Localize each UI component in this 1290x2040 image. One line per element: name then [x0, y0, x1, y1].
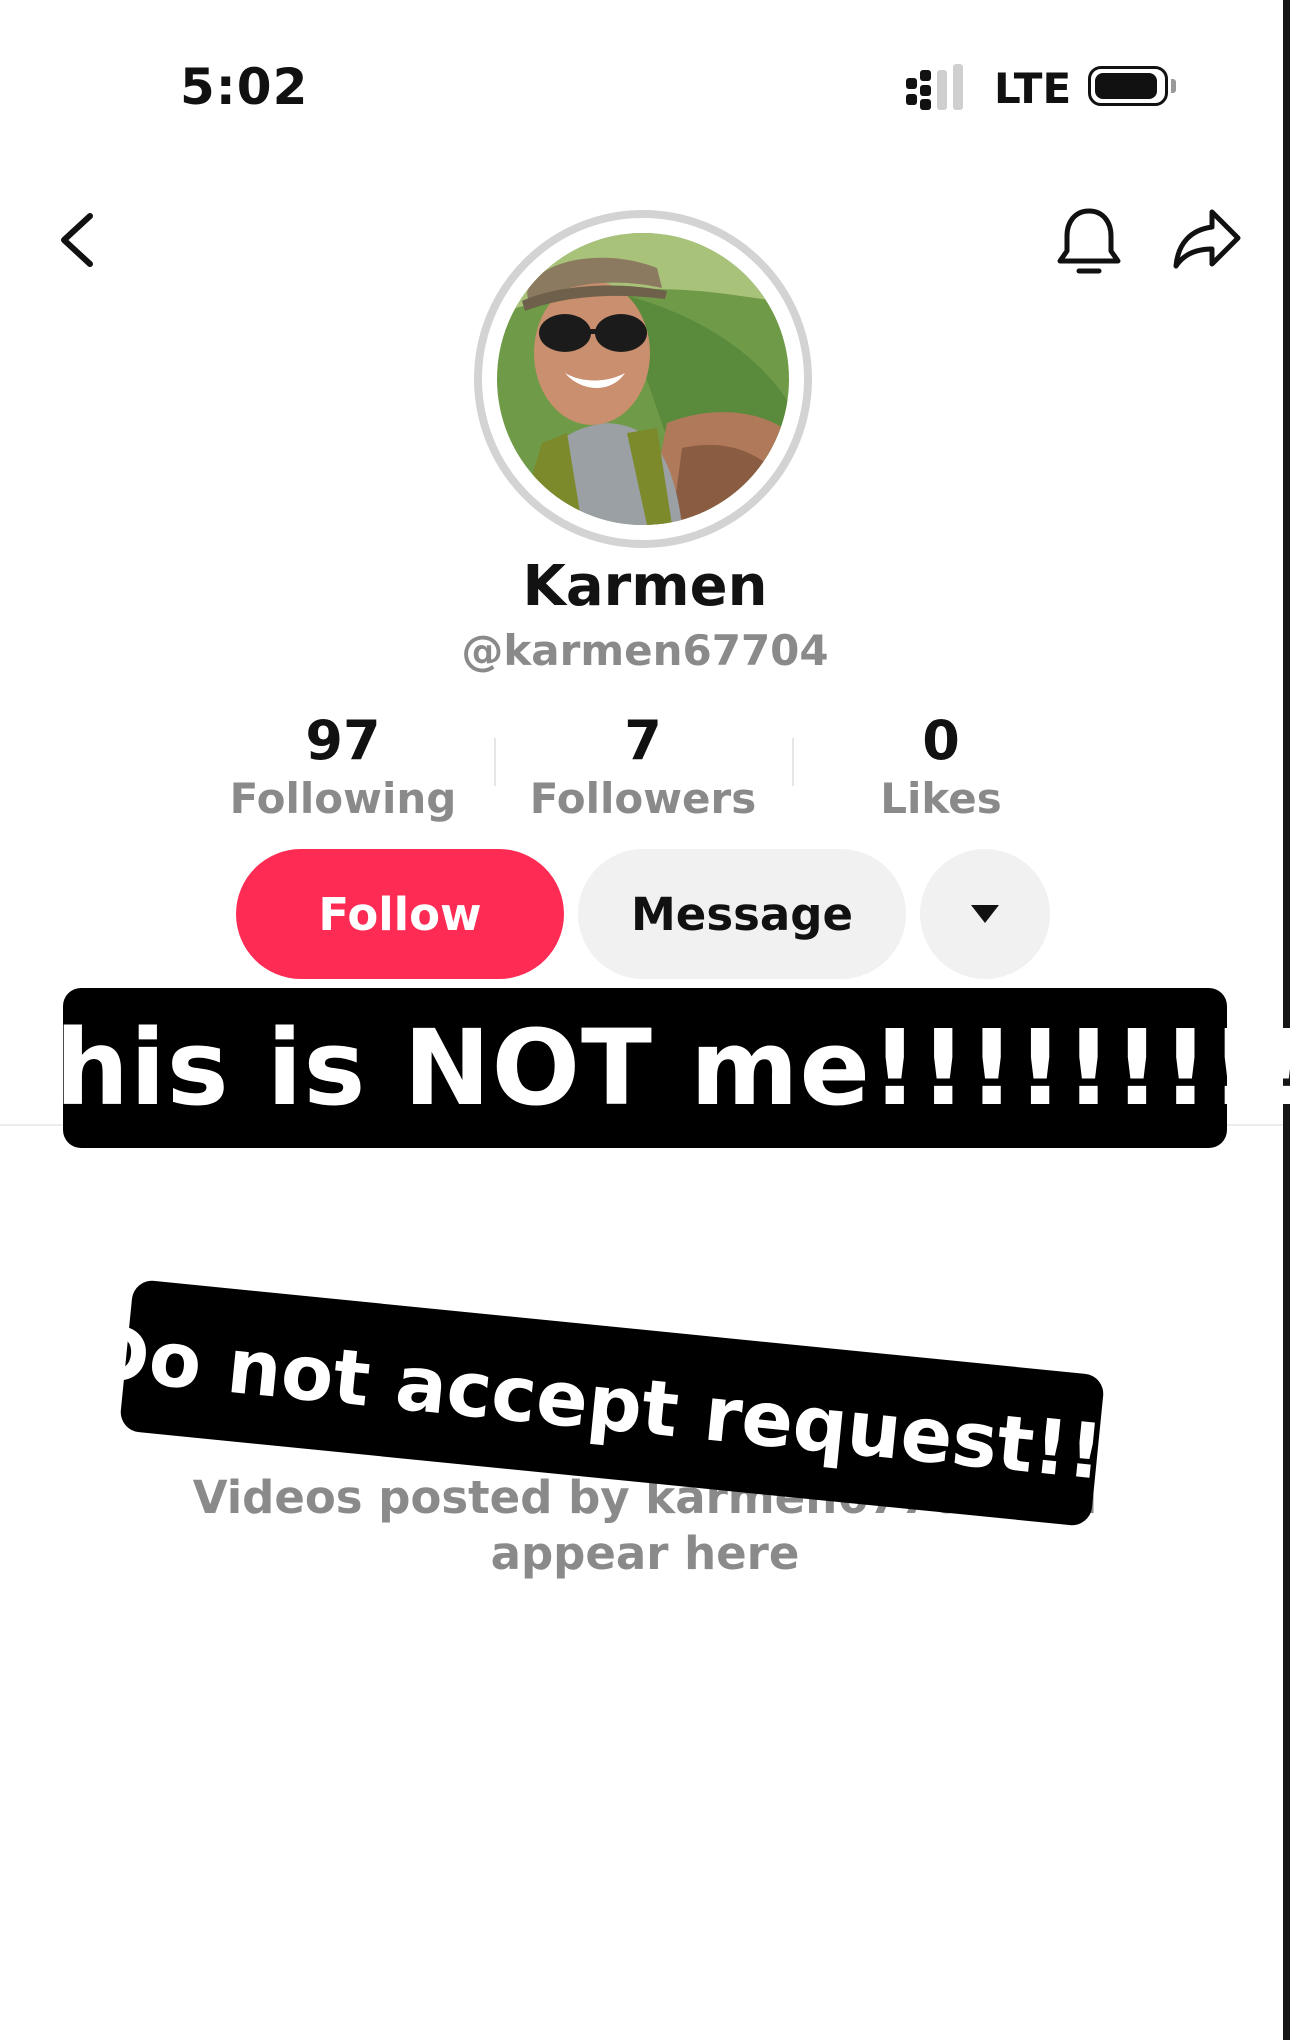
bell-icon[interactable] — [1055, 205, 1123, 281]
profile-display-name: Karmen — [522, 554, 768, 619]
stat-value: 7 — [624, 709, 662, 772]
avatar[interactable] — [497, 233, 789, 525]
share-arrow-icon[interactable] — [1170, 206, 1244, 272]
caption-overlay-not-me: This is NOT me!!!!!!!!! — [0, 988, 1290, 1148]
stat-label: Followers — [529, 774, 757, 823]
stat-label: Likes — [880, 774, 1002, 823]
profile-screen: 5:02 LTE Karmen @karmen67704 97 Followin… — [0, 0, 1290, 2040]
stat-followers[interactable]: 7 Followers — [493, 709, 793, 824]
stat-following[interactable]: 97 Following — [193, 709, 493, 824]
battery-icon — [1088, 66, 1168, 106]
caret-down-icon — [971, 905, 999, 923]
stat-value: 97 — [305, 709, 381, 772]
stat-label: Following — [229, 774, 457, 823]
network-type: LTE — [994, 64, 1072, 113]
follow-button[interactable]: Follow — [236, 849, 564, 979]
status-time: 5:02 — [180, 58, 309, 116]
more-options-button[interactable] — [920, 849, 1050, 979]
message-button[interactable]: Message — [578, 849, 906, 979]
profile-handle: @karmen67704 — [461, 626, 829, 675]
stat-value: 0 — [922, 709, 960, 772]
stat-likes[interactable]: 0 Likes — [791, 709, 1091, 824]
back-chevron-icon[interactable] — [56, 210, 100, 270]
cellular-signal-icon — [906, 64, 970, 110]
